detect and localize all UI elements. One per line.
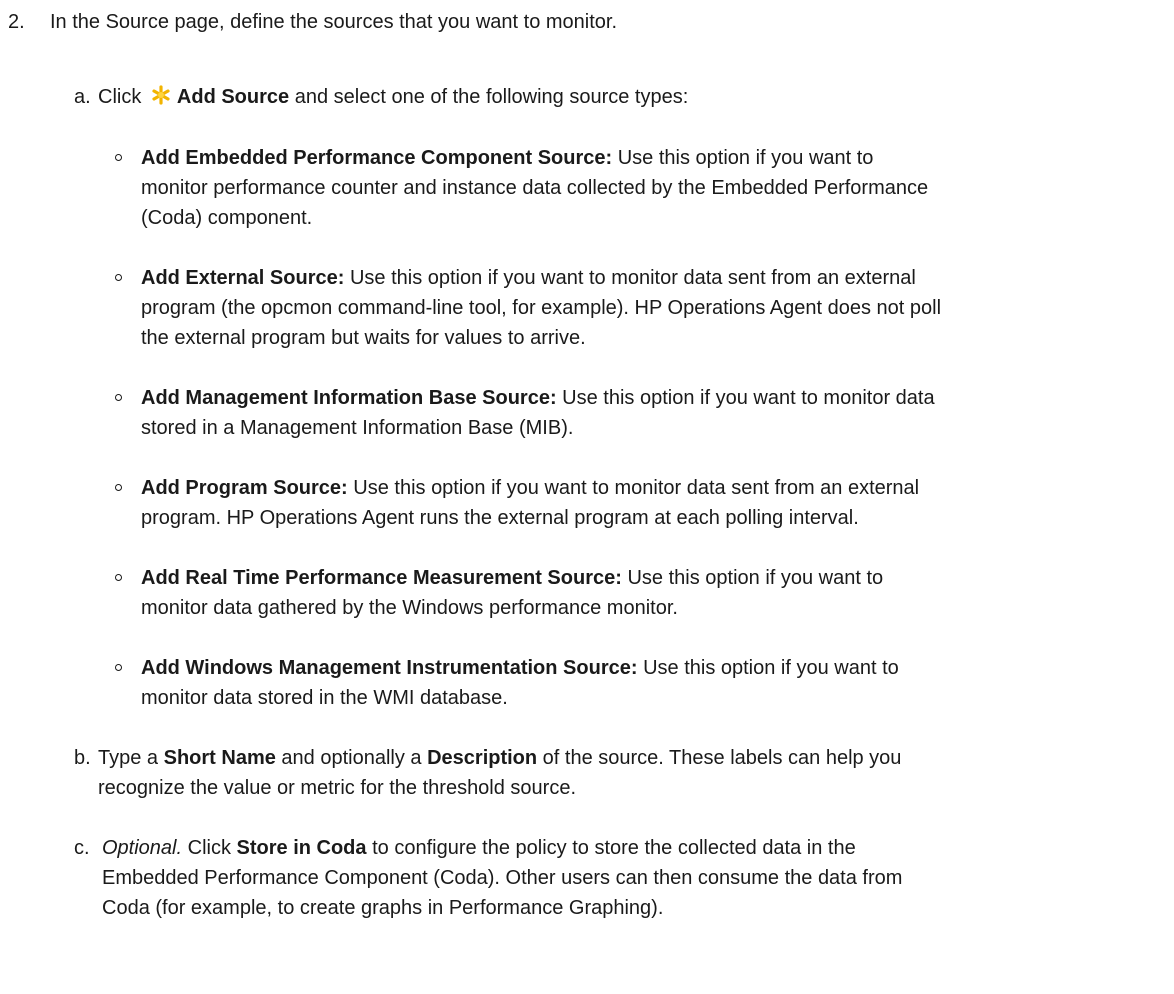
click-text: Click — [98, 86, 142, 108]
bullet-desc: Use this option if you want to monitor d… — [556, 387, 935, 409]
description-label: Description — [427, 747, 538, 769]
bullet-icon — [115, 484, 122, 491]
bullet-title: Add Windows Management Instrumentation S… — [141, 657, 638, 679]
bullet-desc: stored in a Management Information Base … — [141, 417, 574, 439]
bullet-desc: Use this option if you want to monitor d… — [344, 267, 916, 289]
substep-c-body: Optional. Click Store in Coda to configu… — [102, 837, 903, 919]
bullet-icon — [115, 274, 122, 281]
bullet-desc: Use this option if you want to — [637, 657, 899, 679]
bullet-title: Add Management Information Base Source: — [141, 387, 557, 409]
help-document: 2. In the Source page, define the sources… — [0, 0, 1174, 994]
short-name-label: Short Name — [163, 747, 276, 769]
substep-marker: c. — [74, 837, 90, 859]
bullet-desc: Use this option if you want to — [621, 567, 884, 589]
substep-a-rest: and select one of the following source t… — [294, 86, 689, 108]
step-number: 2. — [8, 11, 25, 33]
store-in-coda-label: Store in Coda — [236, 837, 367, 859]
add-source-label: Add Source — [176, 86, 290, 108]
bullet-icon — [115, 664, 122, 671]
bullet-desc: Use this option if you want to — [612, 147, 874, 169]
list-item: Add Embedded Performance Component Sourc… — [112, 143, 1168, 233]
bullet-desc: monitor performance counter and instance… — [141, 177, 929, 199]
step-2: 2. In the Source page, define the sources… — [8, 7, 1168, 37]
bullet-desc: program. HP Operations Agent runs the ex… — [141, 507, 859, 529]
bullet-title: Add Embedded Performance Component Sourc… — [141, 147, 613, 169]
bullet-desc: (Coda) component. — [141, 207, 313, 229]
bullet-desc: program (the opcmon command-line tool, f… — [141, 297, 942, 319]
substep-a-body: Click Add Source and select one of the f… — [98, 82, 1168, 112]
list-item: Add External Source: Use this option if … — [112, 263, 1168, 353]
bullet-icon — [115, 154, 122, 161]
bullet-desc: Use this option if you want to monitor d… — [347, 477, 920, 499]
list-item: Add Real Time Performance Measurement So… — [112, 563, 1168, 623]
list-item: Add Management Information Base Source: … — [112, 383, 1168, 443]
bullet-desc: the external program but waits for value… — [141, 327, 586, 349]
bullet-title: Add Real Time Performance Measurement So… — [141, 567, 622, 589]
bullet-icon — [115, 394, 122, 401]
step-text: In the Source page, define the sources t… — [50, 11, 618, 33]
bullet-desc: monitor data stored in the WMI database. — [141, 687, 508, 709]
list-item: Add Windows Management Instrumentation S… — [112, 653, 1168, 713]
substep-b-body: Type a Short Name and optionally a Descr… — [98, 747, 902, 799]
bullet-title: Add Program Source: — [141, 477, 348, 499]
bullet-desc: monitor data gathered by the Windows per… — [141, 597, 678, 619]
substep-marker: a. — [74, 86, 91, 108]
bullet-icon — [115, 574, 122, 581]
bullet-title: Add External Source: — [141, 267, 345, 289]
list-item: Add Program Source: Use this option if y… — [112, 473, 1168, 533]
substep-marker: b. — [74, 747, 91, 769]
optional-label: Optional. — [102, 837, 183, 859]
star-icon — [151, 84, 171, 105]
